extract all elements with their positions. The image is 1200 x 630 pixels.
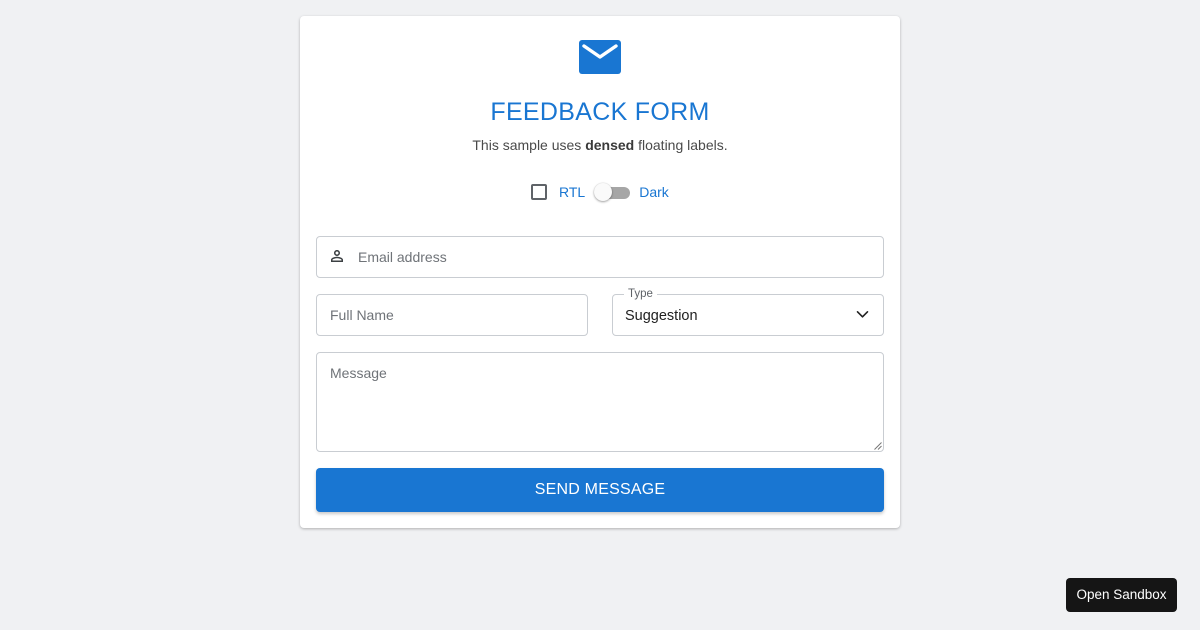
subtitle-text-end: floating labels. [634,137,728,153]
rtl-checkbox[interactable] [531,184,547,200]
subtitle-emphasis: densed [585,137,635,153]
subtitle-text-start: This sample uses [472,137,586,153]
mail-icon [579,40,621,74]
email-field[interactable]: Email address [316,236,884,278]
dark-label[interactable]: Dark [639,183,669,201]
full-name-placeholder: Full Name [330,307,394,323]
message-field[interactable]: Message [316,352,884,452]
resize-handle-icon[interactable] [873,441,882,450]
person-icon [331,250,343,262]
chevron-down-icon[interactable] [856,310,869,319]
send-message-button[interactable]: SEND MESSAGE [316,468,884,512]
type-selected-value: Suggestion [625,308,698,324]
open-sandbox-button[interactable]: Open Sandbox [1066,578,1177,612]
full-name-field[interactable]: Full Name [316,294,588,336]
type-label: Type [624,287,657,301]
dark-mode-switch[interactable] [594,182,632,202]
feedback-card: FEEDBACK FORM This sample uses densed fl… [300,16,900,528]
form-subtitle: This sample uses densed floating labels. [300,136,900,154]
type-select[interactable]: Type Suggestion [612,287,884,336]
display-options: RTL Dark [531,181,669,203]
rtl-label[interactable]: RTL [559,183,585,201]
email-placeholder: Email address [358,249,447,265]
message-placeholder: Message [330,365,387,381]
form-title: FEEDBACK FORM [490,98,710,126]
